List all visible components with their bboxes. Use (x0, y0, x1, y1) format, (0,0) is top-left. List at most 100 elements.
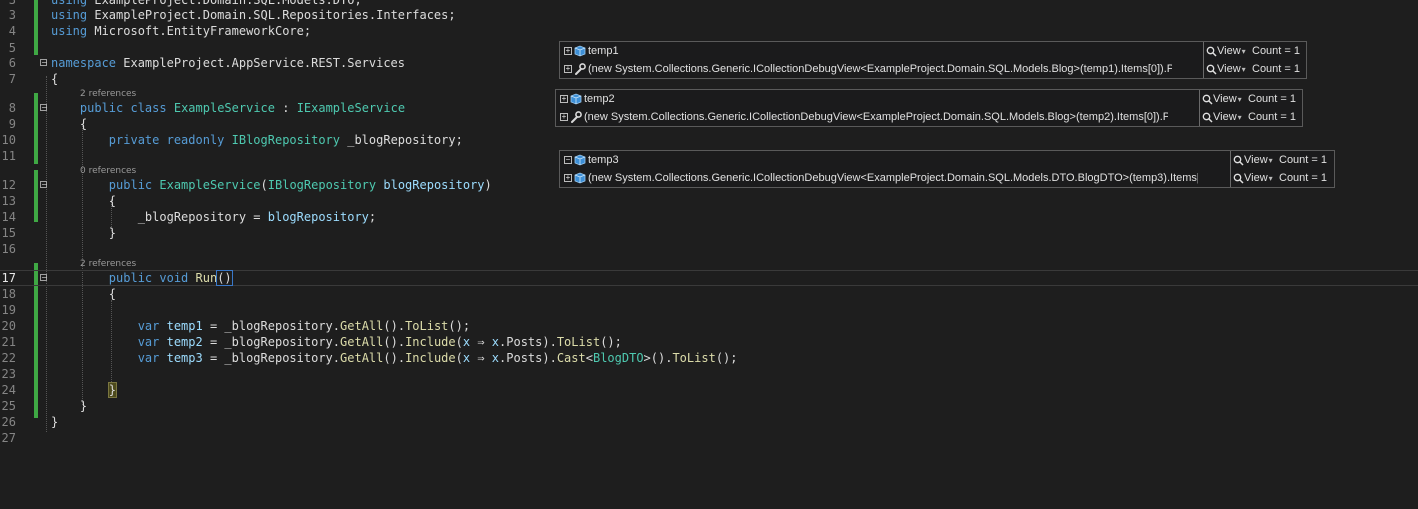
column-divider (1199, 108, 1200, 126)
chevron-down-icon[interactable]: ▾ (1238, 95, 1242, 104)
code-line[interactable]: 4 using Microsoft.EntityFrameworkCore; (0, 23, 1418, 39)
code-text: public ExampleService(IBlogRepository bl… (51, 177, 492, 193)
datatip-row[interactable]: + temp1 View▾ Count = 1 (560, 42, 1306, 60)
view-label: View (1217, 45, 1241, 57)
collapse-icon[interactable]: − (564, 156, 572, 164)
datatip-expression[interactable]: (new System.Collections.Generic.ICollect… (584, 108, 1168, 126)
code-line[interactable]: 10 private readonly IBlogRepository _blo… (0, 132, 1418, 148)
code-line[interactable]: 15 } (0, 225, 1418, 241)
object-icon (569, 92, 583, 106)
code-line[interactable]: 20 var temp1 = _blogRepository.GetAll().… (0, 318, 1418, 334)
code-line[interactable]: 25 } (0, 398, 1418, 414)
code-token: IBlogRepository (267, 178, 377, 192)
codelens-references-link[interactable]: 2 references (80, 259, 136, 269)
datatip-row[interactable]: + (new System.Collections.Generic.ICollec… (556, 108, 1302, 126)
code-text: { (51, 193, 116, 209)
chevron-down-icon[interactable]: ▾ (1242, 65, 1246, 74)
code-line[interactable]: 23 (0, 366, 1418, 382)
expand-icon[interactable]: + (564, 47, 572, 55)
code-token: ToList (405, 319, 449, 333)
debugger-datatip[interactable]: + temp2 View▾ Count = 1 + (new System.Collect… (555, 89, 1303, 127)
view-visualizer-button[interactable]: View▾ (1233, 151, 1273, 169)
collapse-region-icon[interactable]: − (40, 59, 48, 67)
expand-icon[interactable]: + (560, 113, 568, 121)
code-line[interactable]: 26} (0, 414, 1418, 430)
datatip-row[interactable]: + (new System.Collections.Generic.ICollec… (560, 169, 1334, 187)
code-line[interactable]: 27 (0, 430, 1418, 446)
debugger-datatip[interactable]: + temp1 View▾ Count = 1 + (new System.Collect… (559, 41, 1307, 79)
code-token: ToList (556, 335, 601, 349)
code-token: readonly (166, 133, 232, 147)
datatip-value: Count = 1 (1248, 111, 1297, 123)
datatip-expression[interactable]: temp2 (584, 90, 1168, 108)
line-number: 17 (1, 271, 16, 285)
column-divider (1230, 169, 1231, 187)
code-text: using ExampleProject.Domain.SQL.Reposito… (51, 7, 456, 23)
datatip-expression[interactable]: temp3 (588, 151, 1198, 169)
datatip-expression[interactable]: temp1 (588, 42, 1172, 60)
code-line[interactable]: 22 var temp3 = _blogRepository.GetAll().… (0, 350, 1418, 366)
code-line[interactable]: 17 − public void Run() (0, 270, 1418, 286)
line-number: 16 (1, 242, 16, 256)
code-text: var temp1 = _blogRepository.GetAll().ToL… (51, 318, 470, 334)
object-icon (573, 171, 587, 185)
chevron-down-icon[interactable]: ▾ (1269, 174, 1273, 183)
code-token: >(). (643, 351, 673, 365)
code-token: class (130, 101, 174, 115)
expand-icon[interactable]: + (560, 95, 568, 103)
code-token: { (51, 194, 117, 208)
code-token: ExampleService (159, 178, 261, 192)
view-visualizer-button[interactable]: View▾ (1206, 60, 1246, 78)
datatip-expression[interactable]: (new System.Collections.Generic.ICollect… (588, 169, 1198, 187)
line-number: 10 (1, 133, 16, 147)
chevron-down-icon[interactable]: ▾ (1238, 113, 1242, 122)
chevron-down-icon[interactable]: ▾ (1242, 47, 1246, 56)
code-line[interactable]: 13 { (0, 193, 1418, 209)
code-line[interactable]: 21 var temp2 = _blogRepository.GetAll().… (0, 334, 1418, 350)
code-token: IBlogRepository (231, 133, 340, 147)
datatip-row[interactable]: − temp3 View▾ Count = 1 (560, 151, 1334, 169)
code-token: { (51, 287, 117, 301)
code-line[interactable]: 16 (0, 241, 1418, 257)
line-number: 23 (1, 367, 16, 381)
expand-icon[interactable]: + (564, 65, 572, 73)
code-token: BlogDTO (592, 351, 644, 365)
code-token: = _blogRepository. (202, 319, 341, 333)
datatip-row[interactable]: + (new System.Collections.Generic.ICollec… (560, 60, 1306, 78)
collapse-region-icon[interactable]: − (40, 274, 48, 282)
line-number: 20 (1, 319, 16, 333)
code-text: { (51, 71, 58, 87)
code-token: x (491, 335, 500, 349)
line-number: 11 (1, 149, 16, 163)
line-number: 26 (1, 415, 16, 429)
datatip-expression[interactable]: (new System.Collections.Generic.ICollect… (588, 60, 1172, 78)
code-token: (); (448, 319, 471, 333)
code-token: public (108, 271, 160, 285)
code-line[interactable]: 3 using ExampleProject.Domain.SQL.Reposit… (0, 7, 1418, 23)
code-token: var (137, 351, 167, 365)
chevron-down-icon[interactable]: ▾ (1269, 156, 1273, 165)
code-line[interactable]: 19 (0, 302, 1418, 318)
codelens-references-link[interactable]: 2 references (80, 89, 136, 99)
code-line[interactable]: 18 { (0, 286, 1418, 302)
codelens-references-link[interactable]: 0 references (80, 166, 136, 176)
collapse-region-icon[interactable]: − (40, 181, 48, 189)
view-visualizer-button[interactable]: View▾ (1233, 169, 1273, 187)
datatip-value: Count = 1 (1248, 93, 1297, 105)
code-line[interactable]: 24 } (0, 382, 1418, 398)
code-line[interactable]: 14 _blogRepository = blogRepository; (0, 209, 1418, 225)
collapse-region-icon[interactable]: − (40, 104, 48, 112)
datatip-row[interactable]: + temp2 View▾ Count = 1 (556, 90, 1302, 108)
line-number: 18 (1, 287, 16, 301)
view-visualizer-button[interactable]: View▾ (1202, 90, 1242, 108)
debugger-datatip[interactable]: − temp3 View▾ Count = 1 + (new System.Collect… (559, 150, 1335, 188)
column-divider (1203, 42, 1204, 60)
expand-icon[interactable]: + (564, 174, 572, 182)
code-token: : (275, 101, 297, 115)
view-visualizer-button[interactable]: View▾ (1206, 42, 1246, 60)
view-visualizer-button[interactable]: View▾ (1202, 108, 1242, 126)
